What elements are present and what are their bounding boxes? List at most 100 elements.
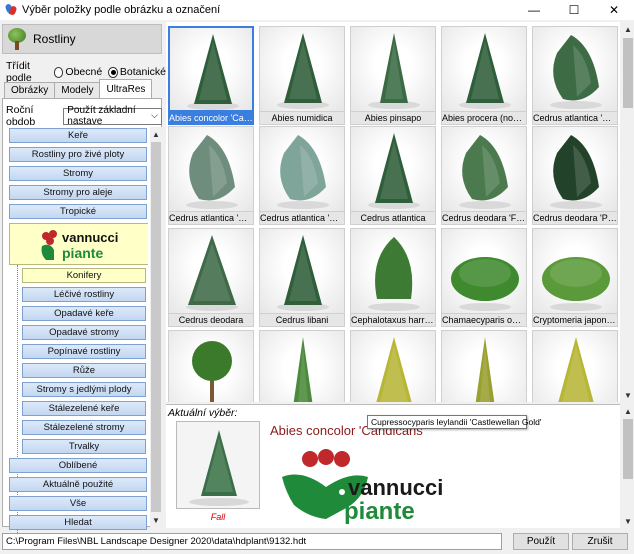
plant-thumbnail[interactable]	[259, 26, 345, 112]
plant-icon	[277, 135, 329, 209]
plant-tile[interactable]: Cedrus atlantica 'Com...	[532, 26, 618, 125]
scroll-thumb[interactable]	[623, 38, 633, 108]
subcategory-climbers-button[interactable]: Popínavé rostliny	[22, 344, 146, 359]
tab-models[interactable]: Modely	[54, 82, 101, 98]
sort-common-radio[interactable]	[53, 66, 64, 78]
scroll-up-icon[interactable]: ▲	[150, 127, 162, 141]
category-header: Rostliny	[2, 24, 162, 54]
season-select[interactable]: Použít základní nastave ⌵	[63, 105, 162, 127]
category-all-button[interactable]: Vše	[9, 496, 147, 511]
selection-scrollbar[interactable]: ▲ ▼	[622, 404, 634, 528]
subcategory-evergreen-trees-button[interactable]: Stálezelené stromy	[22, 420, 146, 435]
category-hedge-plants-button[interactable]: Rostliny pro živé ploty	[9, 147, 147, 162]
plant-grid: Abies concolor 'Candi... Abies numidica Ab…	[166, 22, 620, 402]
plant-thumbnail[interactable]	[441, 26, 527, 112]
close-button[interactable]: ✕	[594, 0, 634, 20]
plant-tile[interactable]: Cedrus libani	[259, 228, 345, 327]
plant-caption: Cedrus libani	[259, 314, 345, 327]
plant-tile[interactable]	[259, 330, 345, 402]
plant-thumbnail[interactable]	[350, 126, 436, 212]
subcategory-roses-button[interactable]: Růže	[22, 363, 146, 378]
category-search-button[interactable]: Hledat	[9, 515, 147, 530]
apply-button[interactable]: Použít	[513, 533, 569, 550]
current-plant-thumbnail	[176, 421, 260, 509]
plant-tile[interactable]: Cephalotaxus harringt...	[350, 228, 436, 327]
plant-thumbnail[interactable]	[168, 26, 254, 112]
scroll-thumb[interactable]	[151, 142, 161, 512]
plant-icon	[459, 33, 511, 109]
plant-thumbnail[interactable]	[259, 126, 345, 212]
plant-thumbnail[interactable]	[532, 26, 618, 112]
plant-tile[interactable]	[168, 330, 254, 402]
plant-tile[interactable]	[441, 330, 527, 402]
plant-thumbnail[interactable]	[441, 228, 527, 314]
plant-thumbnail[interactable]	[168, 330, 254, 402]
plant-icon	[368, 33, 420, 109]
plant-thumbnail[interactable]	[350, 26, 436, 112]
subcategory-deciduous-trees-button[interactable]: Opadavé stromy	[22, 325, 146, 340]
scroll-up-icon[interactable]: ▲	[622, 404, 634, 418]
plant-thumbnail[interactable]	[168, 126, 254, 212]
minimize-button[interactable]: —	[514, 0, 554, 20]
current-selection-panel: Aktuální výběr: Fall Abies concolor 'Can…	[166, 404, 620, 528]
maximize-button[interactable]: ☐	[554, 0, 594, 20]
plant-tile[interactable]	[350, 330, 436, 402]
plant-tile[interactable]: Cedrus atlantica 'Glau...	[168, 126, 254, 225]
subcategory-deciduous-shrubs-button[interactable]: Opadavé keře	[22, 306, 146, 321]
subcategory-fruit-trees-button[interactable]: Stromy s jedlými plody	[22, 382, 146, 397]
plant-thumbnail[interactable]	[350, 330, 436, 402]
sort-common-label[interactable]: Obecné	[65, 66, 102, 78]
category-trees-button[interactable]: Stromy	[9, 166, 147, 181]
cancel-button[interactable]: Zrušit	[572, 533, 628, 550]
plant-icon	[368, 133, 420, 209]
plant-caption: Chamaecyparis obtus...	[441, 314, 527, 327]
category-favorites-button[interactable]: Oblíbené	[9, 458, 147, 473]
vannucci-brand-button[interactable]: vannucci piante	[9, 223, 148, 265]
plant-tile[interactable]: Abies concolor 'Candi...	[168, 26, 254, 125]
plant-icon	[542, 257, 610, 311]
plant-tile[interactable]: Abies pinsapo	[350, 26, 436, 125]
scroll-down-icon[interactable]: ▼	[622, 388, 634, 402]
plant-tile[interactable]: Cryptomeria japonica '...	[532, 228, 618, 327]
scroll-thumb[interactable]	[623, 419, 633, 479]
plant-tile[interactable]: Cedrus deodara 'Pen...	[532, 126, 618, 225]
plant-tile[interactable]	[532, 330, 618, 402]
category-shrubs-button[interactable]: Keře	[9, 128, 147, 143]
subcategory-perennials-button[interactable]: Trvalky	[22, 439, 146, 454]
plant-tile[interactable]: Cedrus atlantica 'Glau...	[259, 126, 345, 225]
plant-thumbnail[interactable]	[532, 126, 618, 212]
plant-thumbnail[interactable]	[532, 228, 618, 314]
sort-botanical-radio[interactable]	[108, 66, 118, 78]
plant-tile[interactable]: Abies procera (nobilis)...	[441, 26, 527, 125]
plant-tile[interactable]: Cedrus atlantica	[350, 126, 436, 225]
grid-scrollbar[interactable]: ▲ ▼	[622, 22, 634, 402]
sort-botanical-label[interactable]: Botanické	[120, 66, 166, 78]
plant-caption: Cryptomeria japonica '...	[532, 314, 618, 327]
plant-thumbnail[interactable]	[168, 228, 254, 314]
category-recently-used-button[interactable]: Aktuálně použité	[9, 477, 147, 492]
plant-tile[interactable]: Cedrus deodara 'Feeli...	[441, 126, 527, 225]
plant-thumbnail[interactable]	[259, 228, 345, 314]
tab-images[interactable]: Obrázky	[4, 82, 56, 98]
plant-thumbnail[interactable]	[441, 126, 527, 212]
subcategory-evergreen-shrubs-button[interactable]: Stálezelené keře	[22, 401, 146, 416]
category-scrollbar[interactable]: ▲ ▼	[150, 127, 162, 527]
plant-tile[interactable]: Chamaecyparis obtus...	[441, 228, 527, 327]
current-season: Fall	[210, 512, 226, 522]
plant-icon	[187, 34, 239, 110]
scroll-down-icon[interactable]: ▼	[622, 514, 634, 528]
plant-thumbnail[interactable]	[350, 228, 436, 314]
plant-thumbnail[interactable]	[532, 330, 618, 402]
category-alley-trees-button[interactable]: Stromy pro aleje	[9, 185, 147, 200]
scroll-up-icon[interactable]: ▲	[622, 22, 634, 36]
category-tropical-button[interactable]: Tropické	[9, 204, 147, 219]
subcategory-conifers-button[interactable]: Konifery	[22, 268, 146, 283]
subcategory-medicinal-button[interactable]: Léčivé rostliny	[22, 287, 146, 302]
plant-tile[interactable]: Abies numidica	[259, 26, 345, 125]
tab-ultrares[interactable]: UltraRes	[99, 79, 153, 98]
plant-caption: Cephalotaxus harringt...	[350, 314, 436, 327]
plant-thumbnail[interactable]	[441, 330, 527, 402]
scroll-down-icon[interactable]: ▼	[150, 513, 162, 527]
plant-tile[interactable]: Cedrus deodara	[168, 228, 254, 327]
plant-thumbnail[interactable]	[259, 330, 345, 402]
